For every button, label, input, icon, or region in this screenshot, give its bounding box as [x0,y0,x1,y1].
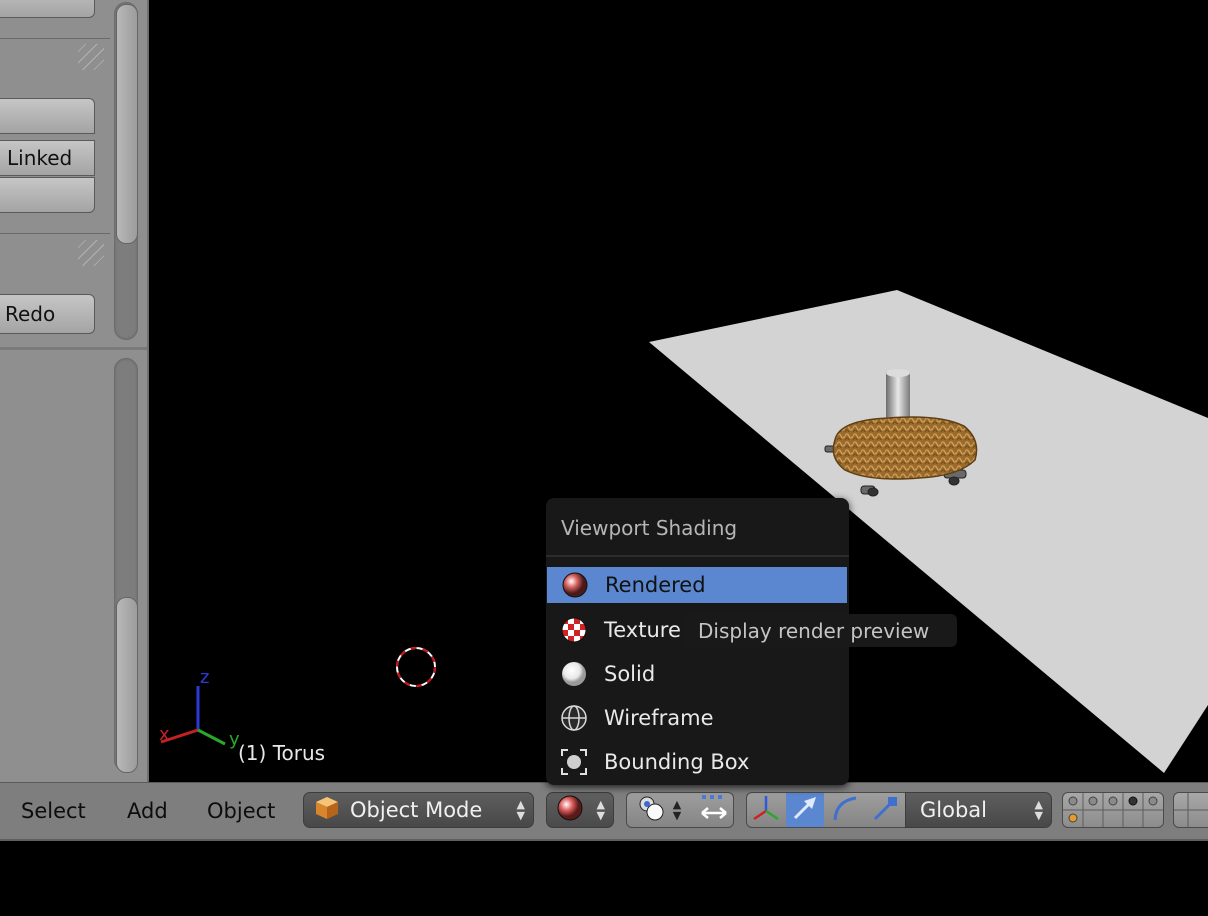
dropdown-arrows-icon: ▲ ▼ [596,798,605,822]
viewport-shading-menu-title: Viewport Shading [561,516,738,540]
axes-manipulator-icon [751,793,781,827]
shelf-button-lower[interactable] [0,177,95,213]
panel-resize-grip-icon[interactable] [78,240,104,266]
chair-seat [832,416,978,480]
interaction-mode-dropdown[interactable]: Object Mode ▲ ▼ [303,792,534,828]
pivot-point-icon [637,794,667,826]
shelf-divider [0,38,110,39]
select-menu[interactable]: Select [21,799,86,823]
object-mode-cube-icon [314,795,340,826]
menu-separator [546,555,849,557]
tooltip: Display render preview [684,614,957,647]
axis-label-z: z [200,667,209,688]
shading-option-label: Rendered [605,573,706,597]
texture-checker-icon [560,616,588,644]
3d-cursor-icon[interactable] [396,647,436,687]
transform-manipulators-group [746,792,906,828]
manipulator-arrows-icon [698,793,730,827]
shading-option-bounding-box[interactable]: Bounding Box [546,744,849,780]
shelf-scrollbar-thumb[interactable] [116,4,138,244]
shading-option-wireframe[interactable]: Wireframe [546,700,849,736]
rendered-shading-icon [556,794,584,827]
dropdown-arrows-icon: ▲ ▼ [1034,798,1043,822]
dropdown-arrows-icon: ▲ ▼ [672,798,682,822]
transform-orientation-dropdown[interactable]: Global ▲ ▼ [905,792,1052,828]
axis-gizmo-icon [160,686,226,746]
rotate-manipulator-button[interactable] [826,793,864,827]
pivot-point-dropdown[interactable]: ▲ ▼ [629,793,689,827]
translate-arrow-icon [790,793,820,827]
shelf-region-separator[interactable] [0,347,147,350]
shading-option-label: Solid [604,662,656,686]
rotate-arc-icon [830,793,860,827]
shelf-button-upper[interactable] [0,98,95,134]
tool-shelf: Linked Redo [0,0,149,782]
panel-resize-grip-icon[interactable] [78,44,104,70]
layer-grid[interactable] [1062,792,1164,828]
viewport-shading-dropdown[interactable]: ▲ ▼ [546,792,614,828]
active-object-label: (1) Torus [238,741,326,765]
dropdown-arrows-icon: ▲ ▼ [516,798,525,822]
layers-grid-icon [1174,793,1208,827]
shading-option-label: Wireframe [604,706,714,730]
scale-manipulator-button[interactable] [866,793,904,827]
layers-grid-icon [1063,793,1163,827]
add-menu[interactable]: Add [127,799,168,823]
bounding-box-icon [560,748,588,776]
scale-handle-icon [870,793,900,827]
pivot-and-manipulator-group: ▲ ▼ [626,792,734,828]
manipulator-toggle[interactable] [695,793,733,827]
solid-sphere-icon [560,660,588,688]
properties-scrollbar-thumb[interactable] [116,597,138,773]
axis-label-x: x [159,724,170,745]
redo-button[interactable]: Redo [0,294,95,334]
layer-grid-secondary[interactable] [1173,792,1208,828]
shelf-divider [0,233,110,234]
wireframe-sphere-icon [560,704,588,732]
translate-manipulator-button[interactable] [786,793,824,827]
duplicate-linked-button[interactable]: Linked [0,140,95,176]
manipulator-axes-button[interactable] [747,793,785,827]
viewport-header: Select Add Object Object Mode ▲ ▼ ▲ ▼ ▲ ▼ [0,782,1208,841]
shading-option-label: Texture [604,618,681,642]
shelf-button-top[interactable] [0,0,95,18]
shading-option-rendered[interactable]: Rendered [547,567,847,603]
rendered-sphere-icon [561,571,589,599]
object-menu[interactable]: Object [207,799,275,823]
interaction-mode-label: Object Mode [350,798,483,822]
transform-orientation-label: Global [920,798,987,822]
shading-option-label: Bounding Box [604,750,750,774]
shading-option-solid[interactable]: Solid [546,656,849,692]
